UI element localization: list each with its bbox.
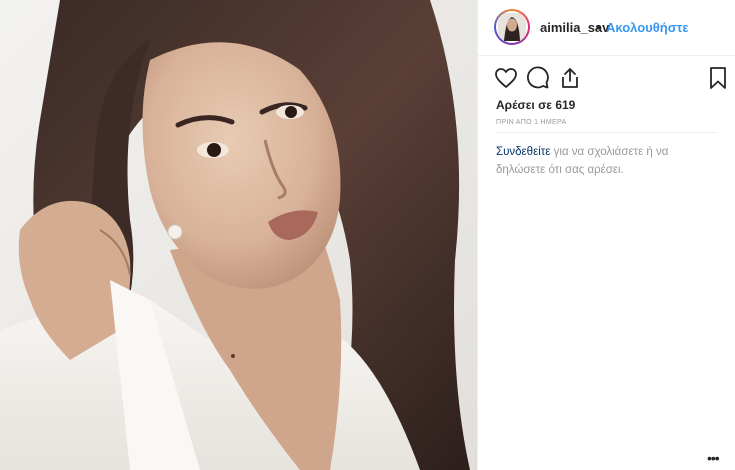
post-sidebar: aimilia_sav • Ακολουθήστε Αρέσει σε 619 … bbox=[477, 0, 735, 470]
action-bar bbox=[478, 66, 735, 96]
share-icon[interactable] bbox=[558, 66, 584, 92]
portrait-image bbox=[0, 0, 477, 470]
login-link[interactable]: Συνδεθείτε bbox=[496, 146, 550, 158]
post-photo[interactable] bbox=[0, 0, 477, 470]
login-prompt: Συνδεθείτε για να σχολιάσετε ή να δηλώσε… bbox=[496, 143, 696, 179]
comment-icon[interactable] bbox=[526, 66, 552, 92]
post-timestamp: ΠΡΙΝ ΑΠΟ 1 ΗΜΕΡΑ bbox=[496, 119, 567, 126]
divider bbox=[496, 132, 718, 133]
instagram-post: aimilia_sav • Ακολουθήστε Αρέσει σε 619 … bbox=[0, 0, 735, 470]
avatar[interactable] bbox=[494, 9, 530, 45]
bookmark-icon[interactable] bbox=[708, 66, 734, 92]
avatar-image bbox=[498, 13, 526, 41]
post-header: aimilia_sav • Ακολουθήστε bbox=[478, 0, 735, 56]
more-options-icon[interactable]: ••• bbox=[707, 450, 720, 466]
heart-icon[interactable] bbox=[494, 66, 520, 92]
separator-dot: • bbox=[596, 20, 601, 35]
likes-count[interactable]: Αρέσει σε 619 bbox=[496, 98, 575, 112]
follow-button[interactable]: Ακολουθήστε bbox=[606, 20, 689, 35]
